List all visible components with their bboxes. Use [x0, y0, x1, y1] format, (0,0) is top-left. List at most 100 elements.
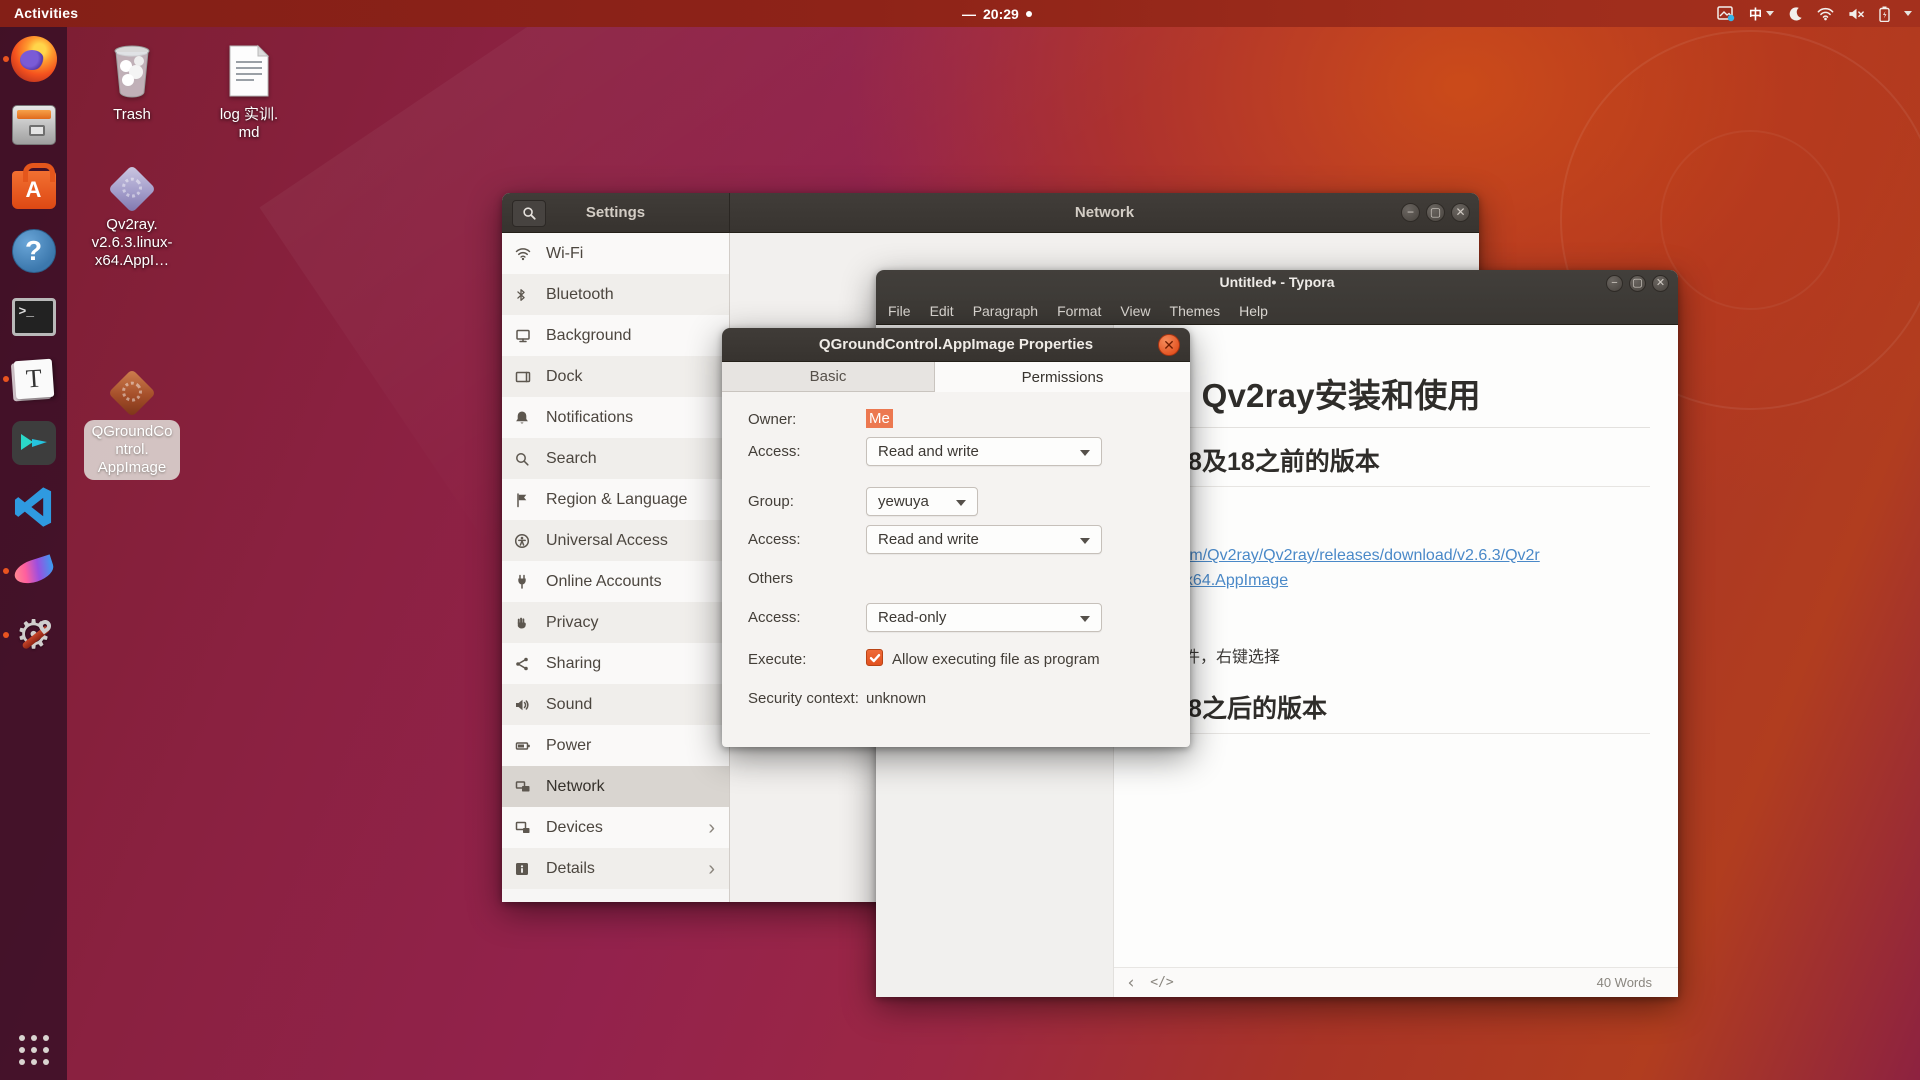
dock-item-typora[interactable]: T [0, 347, 67, 411]
desktop-icon-qv2ray[interactable]: Qv2ray. v2.6.3.linux- x64.AppI… [84, 164, 180, 270]
ime-label: 中 [1749, 4, 1762, 23]
others-access-dropdown[interactable]: Read-only [866, 603, 1102, 632]
sidebar-item-dock[interactable]: Dock [502, 356, 729, 397]
clock-time: 20:29 [983, 6, 1019, 22]
doc-download-link[interactable]: /github.com/Qv2ray/Qv2ray/releases/downl… [1120, 543, 1666, 593]
show-applications-button[interactable] [0, 1026, 67, 1074]
tab-basic[interactable]: Basic [722, 362, 935, 392]
sidebar-item-universal-access[interactable]: Universal Access [502, 520, 729, 561]
activities-button[interactable]: Activities [14, 0, 78, 27]
appimage-diamond-icon [108, 369, 156, 417]
menu-paragraph[interactable]: Paragraph [973, 303, 1038, 319]
source-code-mode-icon[interactable]: </> [1150, 975, 1173, 990]
settings-sidebar: Wi-FiBluetooth Background Dock Notification… [502, 233, 730, 902]
dock-item-ubuntu-software[interactable]: A [0, 155, 67, 219]
terminal-icon: >_ [12, 298, 56, 336]
dialog-titlebar[interactable]: QGroundControl.AppImage Properties ✕ [722, 328, 1190, 362]
typora-titlebar[interactable]: Untitled• - Typora − ▢ ✕ FileEditParagra… [876, 270, 1678, 325]
network-panel-header[interactable]: Network − ▢ ✕ [730, 193, 1479, 233]
chevron-down-icon [1080, 616, 1090, 622]
security-context-value: unknown [866, 690, 926, 707]
group-access-dropdown[interactable]: Read and write [866, 525, 1102, 554]
sidebar-item-label: Dock [546, 368, 582, 386]
top-bar: Activities — 20:29 中 [0, 0, 1920, 27]
desktop-icon-trash[interactable]: Trash [84, 42, 180, 124]
sidebar-item-devices[interactable]: Devices› [502, 807, 729, 848]
close-button[interactable]: ✕ [1652, 275, 1669, 292]
minimize-button[interactable]: − [1401, 203, 1420, 222]
sidebar-item-sharing[interactable]: Sharing [502, 643, 729, 684]
sidebar-item-wi-fi[interactable]: Wi-Fi [502, 233, 729, 274]
settings-tool-icon: ⚙ [11, 612, 57, 658]
clock-menu[interactable]: — 20:29 [962, 0, 1032, 27]
network-panel-title: Network [730, 193, 1479, 233]
sidebar-item-sound[interactable]: Sound [502, 684, 729, 725]
sidebar-item-power[interactable]: Power [502, 725, 729, 766]
system-tray[interactable]: 中 [1717, 0, 1912, 27]
dock-item-settings-tool[interactable]: ⚙ [0, 603, 67, 667]
sidebar-item-search[interactable]: Search [502, 438, 729, 479]
sidebar-item-label: Region & Language [546, 491, 687, 509]
screenshot-tray-icon[interactable] [1717, 6, 1735, 22]
settings-title: Settings [502, 193, 729, 233]
desktop-icon-qgroundcontrol[interactable]: QGroundCo ntrol. AppImage [84, 368, 180, 480]
group-dropdown[interactable]: yewuya [866, 487, 978, 516]
close-button[interactable]: ✕ [1158, 334, 1180, 356]
menu-view[interactable]: View [1120, 303, 1150, 319]
sidebar-item-region-language[interactable]: Region & Language [502, 479, 729, 520]
sidebar-item-network[interactable]: Network [502, 766, 729, 807]
dock-item-firefox[interactable] [0, 27, 67, 91]
dock-item-flameshot[interactable] [0, 539, 67, 603]
sidebar-item-bluetooth[interactable]: Bluetooth [502, 274, 729, 315]
dock-item-help[interactable]: ? [0, 219, 67, 283]
execute-checkbox[interactable] [866, 649, 883, 666]
others-access-label: Access: [748, 609, 801, 626]
sidebar-item-label: Universal Access [546, 532, 668, 550]
sidebar-item-label: Background [546, 327, 631, 345]
sidebar-item-notifications[interactable]: Notifications [502, 397, 729, 438]
battery-icon [1879, 6, 1890, 22]
appimage-diamond-icon [108, 165, 156, 213]
minimize-button[interactable]: − [1606, 275, 1623, 292]
dock-item-files[interactable] [0, 91, 67, 155]
menu-help[interactable]: Help [1239, 303, 1268, 319]
sidebar-item-privacy[interactable]: Privacy [502, 602, 729, 643]
menu-themes[interactable]: Themes [1170, 303, 1221, 319]
background-icon [514, 327, 536, 345]
dropdown-value: yewuya [878, 493, 929, 510]
maximize-button[interactable]: ▢ [1629, 275, 1646, 292]
sidebar-item-online-accounts[interactable]: Online Accounts [502, 561, 729, 602]
owner-access-label: Access: [748, 443, 801, 460]
menu-edit[interactable]: Edit [930, 303, 954, 319]
region-icon [514, 491, 536, 509]
typora-editor[interactable]: untu Qv2ray安装和使用 untu18及18之前的版本 /github.… [1114, 325, 1678, 967]
dropdown-value: Read-only [878, 609, 946, 626]
menu-format[interactable]: Format [1057, 303, 1101, 319]
desktop-icon-log-md[interactable]: log 实训. md [201, 44, 297, 142]
doc-heading-2: untu18及18之前的版本 [1120, 442, 1650, 487]
chevron-down-icon [1766, 11, 1774, 16]
sidebar-toggle-icon[interactable]: ‹ [1126, 973, 1136, 993]
input-method-indicator[interactable]: 中 [1749, 4, 1774, 23]
typora-statusbar: ‹ </> 40 Words [1114, 967, 1678, 997]
ubuntu-software-icon: A [12, 171, 56, 209]
execute-checkbox-label[interactable]: Allow executing file as program [892, 651, 1100, 668]
menu-file[interactable]: File [888, 303, 911, 319]
maximize-button[interactable]: ▢ [1426, 203, 1445, 222]
dock-item-remmina[interactable] [0, 411, 67, 475]
sidebar-item-background[interactable]: Background [502, 315, 729, 356]
dock-item-terminal[interactable]: >_ [0, 283, 67, 347]
doc-heading-1: untu Qv2ray安装和使用 [1120, 369, 1650, 428]
running-indicator [3, 568, 9, 574]
dock-item-vscode[interactable] [0, 475, 67, 539]
notification-dot [1026, 11, 1032, 17]
close-button[interactable]: ✕ [1451, 203, 1470, 222]
others-section-label: Others [748, 570, 793, 587]
owner-value: Me [866, 410, 893, 427]
owner-access-dropdown[interactable]: Read and write [866, 437, 1102, 466]
execute-label: Execute: [748, 651, 806, 668]
sidebar-item-details[interactable]: Details› [502, 848, 729, 889]
sound-icon [514, 696, 536, 714]
tab-permissions[interactable]: Permissions [935, 362, 1190, 392]
sidebar-item-label: Network [546, 778, 605, 796]
